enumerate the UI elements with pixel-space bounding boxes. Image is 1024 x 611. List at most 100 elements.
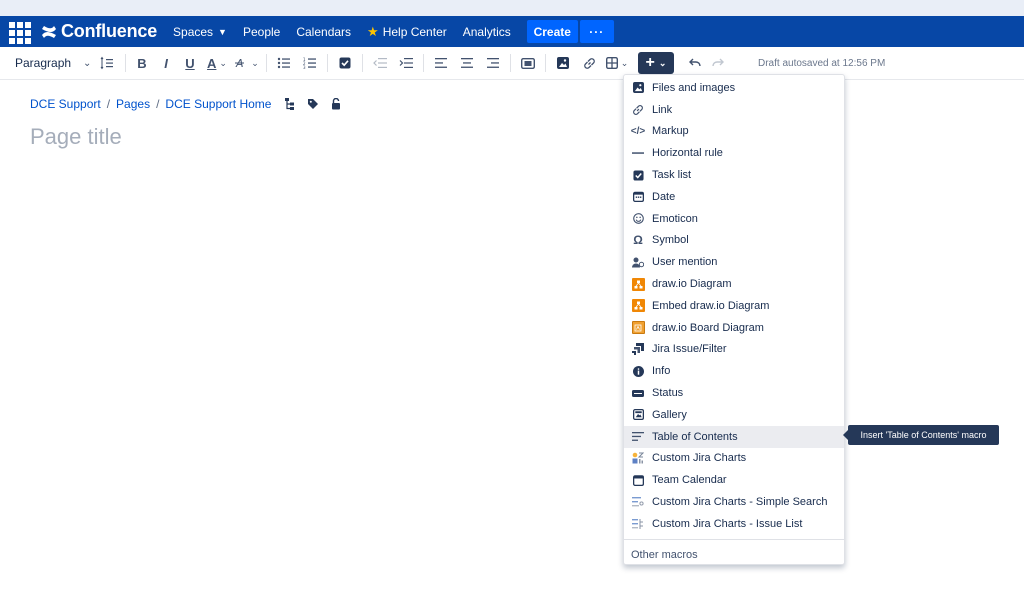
omega-icon: Ω	[633, 233, 643, 248]
nav-spaces[interactable]: Spaces ▼	[173, 25, 227, 39]
insert-link-button[interactable]	[576, 51, 602, 75]
menu-item-label: Table of Contents	[652, 430, 738, 443]
bullet-list-button[interactable]	[271, 51, 297, 75]
tooltip: Insert 'Table of Contents' macro	[843, 425, 999, 445]
jira-charts-icon	[631, 451, 645, 465]
nav-analytics-label: Analytics	[462, 24, 511, 39]
align-left-icon	[435, 58, 447, 68]
breadcrumb: DCE Support / Pages / DCE Support Home	[30, 97, 353, 111]
nav-analytics[interactable]: Analytics	[463, 25, 511, 39]
menu-item-label: Info	[652, 365, 671, 378]
align-left-button[interactable]	[428, 51, 454, 75]
menu-item-files-and-images[interactable]: Files and images	[624, 77, 844, 99]
confluence-logo-icon	[42, 25, 56, 38]
menu-item-embed-drawio-diagram[interactable]: Embed draw.io Diagram	[624, 295, 844, 317]
align-right-icon	[487, 58, 499, 68]
more-formatting-button[interactable]: A ⌄	[232, 51, 262, 75]
drawio-embed-icon	[631, 299, 645, 313]
menu-item-other-macros[interactable]: Other macros	[624, 545, 844, 565]
nav-help-center[interactable]: ★ Help Center	[367, 24, 447, 40]
page-title-input[interactable]: Page title	[30, 124, 122, 150]
menu-item-symbol[interactable]: Ω Symbol	[624, 230, 844, 252]
menu-item-task-list[interactable]: Task list	[624, 164, 844, 186]
plus-icon: +	[645, 54, 655, 71]
drawio-board-icon	[631, 321, 645, 335]
menu-item-info[interactable]: Info	[624, 360, 844, 382]
align-center-icon	[461, 58, 473, 68]
menu-item-label: draw.io Board Diagram	[652, 321, 764, 334]
underline-button[interactable]: U	[178, 51, 202, 75]
undo-icon	[689, 58, 701, 67]
menu-item-label: User mention	[652, 256, 718, 269]
create-button[interactable]: Create	[526, 20, 578, 43]
editor-toolbar: Paragraph ⌄ B I U A ⌄ A ⌄ 123	[0, 47, 1024, 80]
align-center-button[interactable]	[454, 51, 480, 75]
line-spacing-button[interactable]	[93, 51, 121, 75]
menu-item-date[interactable]: Date	[624, 186, 844, 208]
menu-item-drawio-diagram[interactable]: draw.io Diagram	[624, 273, 844, 295]
insert-table-button[interactable]: ⌄	[602, 51, 632, 75]
product-name: Confluence	[61, 21, 158, 41]
outdent-icon	[373, 58, 387, 68]
menu-item-label: draw.io Diagram	[652, 278, 732, 291]
align-right-button[interactable]	[480, 51, 506, 75]
breadcrumb-home[interactable]: DCE Support Home	[165, 97, 271, 111]
redo-icon	[712, 58, 724, 67]
menu-item-emoticon[interactable]: Emoticon	[624, 208, 844, 230]
indent-button[interactable]	[393, 51, 419, 75]
menu-divider	[624, 538, 844, 540]
menu-item-status[interactable]: Status	[624, 382, 844, 404]
redo-button[interactable]	[708, 51, 728, 75]
outdent-button[interactable]	[367, 51, 393, 75]
app-switcher-icon[interactable]	[9, 21, 31, 44]
menu-item-jira-issue-filter[interactable]: Jira Issue/Filter	[624, 339, 844, 361]
task-list-button[interactable]	[332, 51, 358, 75]
unlock-icon[interactable]	[331, 98, 341, 110]
menu-item-horizontal-rule[interactable]: Horizontal rule	[624, 142, 844, 164]
confluence-logo[interactable]: Confluence	[41, 21, 157, 42]
menu-item-label: Horizontal rule	[652, 147, 723, 160]
menu-item-label: Custom Jira Charts	[652, 452, 747, 465]
smiley-icon	[631, 212, 645, 226]
menu-item-link[interactable]: Link	[624, 99, 844, 121]
nav-calendars[interactable]: Calendars	[296, 25, 351, 39]
image-icon	[631, 81, 645, 95]
menu-item-team-calendar[interactable]: Team Calendar	[624, 469, 844, 491]
text-color-label: A	[207, 55, 217, 71]
chevron-down-icon: ⌄	[219, 57, 227, 68]
bold-button[interactable]: B	[130, 51, 154, 75]
italic-button[interactable]: I	[154, 51, 178, 75]
paragraph-style-dropdown[interactable]: Paragraph ⌄	[15, 56, 91, 70]
toolbar-divider	[327, 54, 328, 72]
drawio-icon	[631, 277, 645, 291]
menu-item-markup[interactable]: </> Markup	[624, 121, 844, 143]
insert-menu: Files and images Link </> Markup Horizon…	[623, 74, 845, 565]
numbered-list-icon: 123	[303, 57, 316, 69]
page-tree-icon[interactable]	[285, 98, 295, 110]
menu-item-gallery[interactable]: Gallery	[624, 404, 844, 426]
undo-button[interactable]	[682, 51, 708, 75]
insert-image-button[interactable]	[550, 51, 576, 75]
numbered-list-button[interactable]: 123	[297, 51, 323, 75]
team-calendar-icon	[631, 473, 645, 487]
more-actions-button[interactable]: ···	[579, 20, 614, 43]
breadcrumb-pages[interactable]: Pages	[116, 97, 150, 111]
toolbar-divider	[362, 54, 363, 72]
jira-charts-search-icon	[631, 495, 645, 509]
menu-item-drawio-board-diagram[interactable]: draw.io Board Diagram	[624, 317, 844, 339]
menu-item-table-of-contents[interactable]: Table of Contents	[624, 425, 844, 448]
text-color-button[interactable]: A ⌄	[202, 51, 232, 75]
menu-item-custom-jira-charts-issue-list[interactable]: Custom Jira Charts - Issue List	[624, 513, 844, 535]
breadcrumb-space[interactable]: DCE Support	[30, 97, 101, 111]
indent-icon	[399, 58, 413, 68]
menu-item-label: Team Calendar	[652, 474, 727, 487]
menu-item-user-mention[interactable]: User mention	[624, 251, 844, 273]
page-layout-button[interactable]	[515, 51, 541, 75]
chevron-down-icon: ▼	[218, 26, 227, 37]
nav-people[interactable]: People	[243, 25, 280, 39]
menu-item-custom-jira-charts[interactable]: Custom Jira Charts	[624, 448, 844, 470]
label-tag-icon[interactable]	[307, 98, 319, 110]
jira-charts-list-icon	[631, 517, 645, 531]
menu-item-custom-jira-charts-simple-search[interactable]: Custom Jira Charts - Simple Search	[624, 491, 844, 513]
insert-more-button[interactable]: + ⌄	[638, 52, 674, 74]
